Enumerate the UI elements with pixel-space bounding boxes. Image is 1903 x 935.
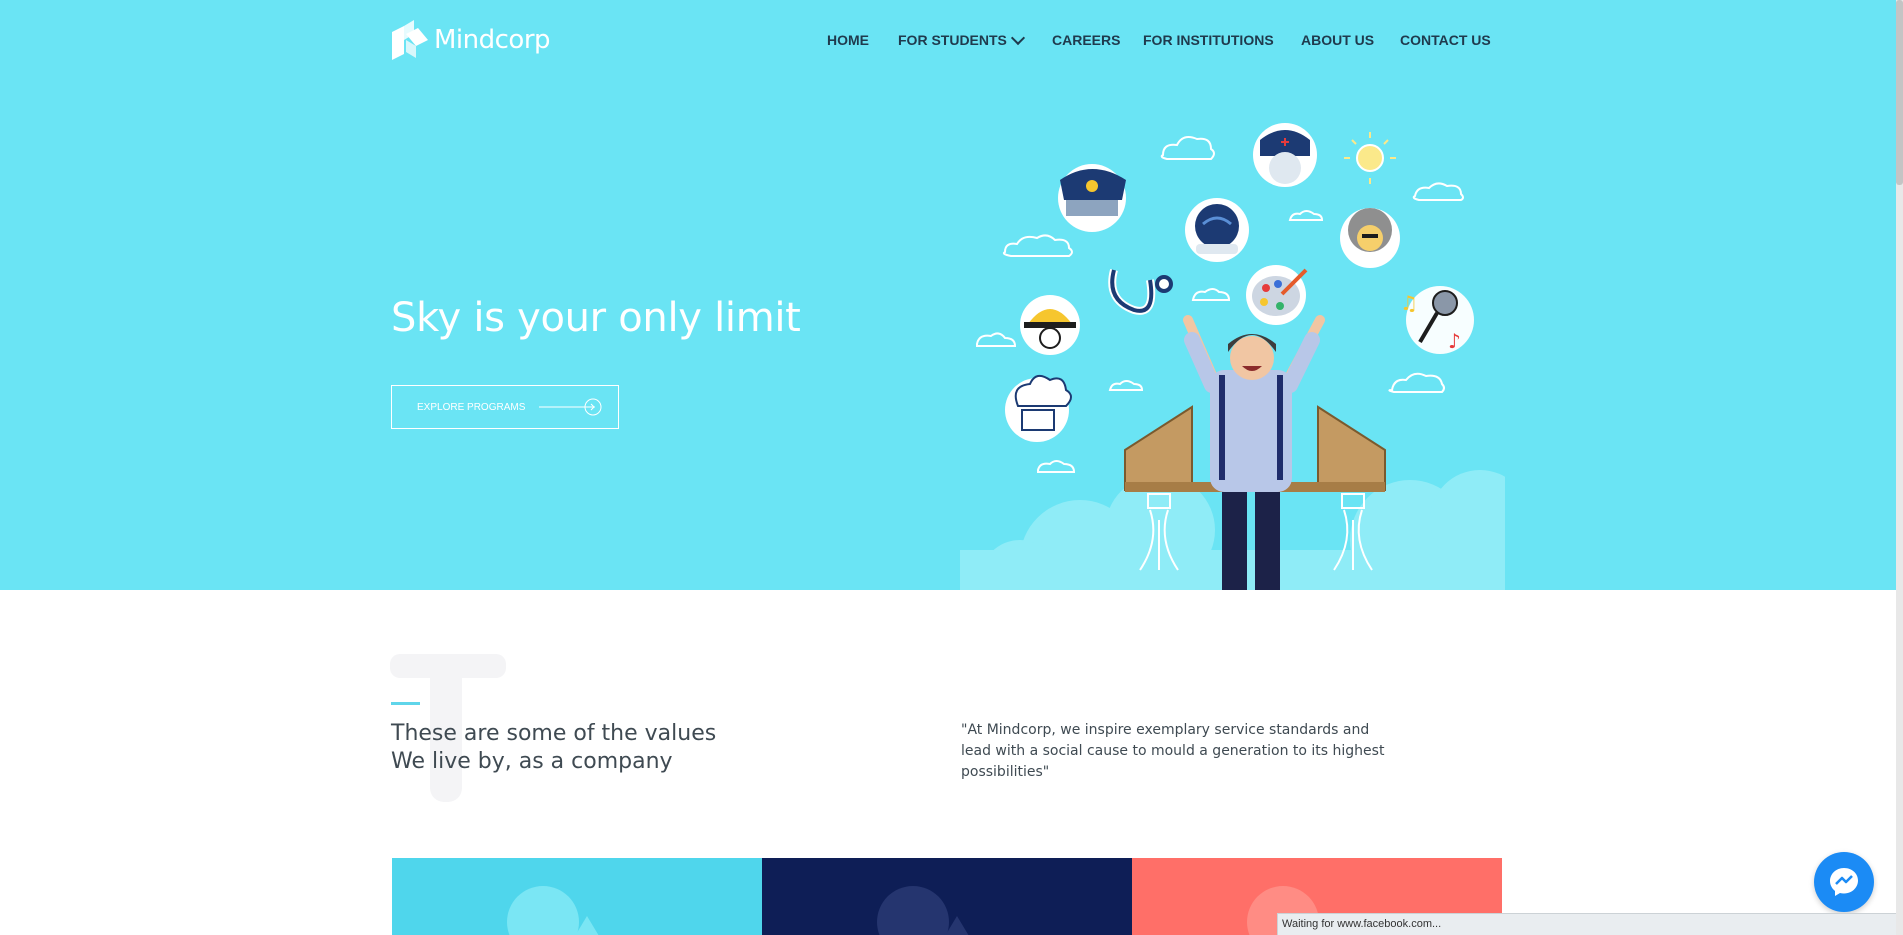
svg-text:♪: ♪ — [1448, 329, 1461, 353]
card-circle-shape — [877, 886, 949, 935]
nav-careers[interactable]: CAREERS — [1052, 32, 1120, 48]
scrollbar[interactable] — [1896, 0, 1903, 935]
page: Mindcorp HOME FOR STUDENTS CAREERS FOR I… — [0, 0, 1903, 935]
nav-about-us[interactable]: ABOUT US — [1301, 32, 1374, 48]
arrow-circle-icon — [539, 397, 603, 417]
value-card-1[interactable] — [392, 858, 762, 935]
scientist-icon — [1340, 208, 1400, 268]
card-circle-shape — [507, 886, 579, 935]
nav-for-students-label: FOR STUDENTS — [898, 32, 1007, 48]
nav-for-students[interactable]: FOR STUDENTS — [898, 30, 1025, 48]
svg-text:♫: ♫ — [1400, 291, 1418, 315]
microphone-icon: ♫ ♪ — [1400, 286, 1474, 354]
stethoscope-icon — [1108, 268, 1173, 315]
values-heading-line1: These are some of the values — [391, 721, 717, 746]
explore-programs-button[interactable]: EXPLORE PROGRAMS — [391, 385, 619, 429]
values-heading-line2: We live by, as a company — [391, 749, 673, 774]
messenger-chat-button[interactable] — [1814, 852, 1874, 912]
astronaut-icon — [1185, 198, 1249, 262]
nav-contact-us[interactable]: CONTACT US — [1400, 32, 1491, 48]
company-quote: "At Mindcorp, we inspire exemplary servi… — [961, 722, 1385, 780]
logo[interactable]: Mindcorp — [392, 18, 551, 62]
palette-icon — [1246, 265, 1308, 325]
nav-for-institutions[interactable]: FOR INSTITUTIONS — [1143, 32, 1274, 48]
hard-hat-icon — [1020, 295, 1080, 355]
hero-title: Sky is your only limit — [391, 295, 801, 341]
hero-section: Mindcorp HOME FOR STUDENTS CAREERS FOR I… — [0, 0, 1902, 590]
values-heading: These are some of the values We live by,… — [391, 720, 716, 776]
nurse-icon — [1253, 123, 1317, 187]
nav-home[interactable]: HOME — [827, 32, 869, 48]
chef-hat-icon — [1005, 374, 1072, 442]
accent-line — [391, 702, 420, 705]
value-card-2[interactable] — [762, 858, 1132, 935]
browser-status-bar: Waiting for www.facebook.com... — [1277, 913, 1896, 935]
sun-icon — [1344, 132, 1396, 184]
chevron-down-icon — [1010, 30, 1025, 45]
messenger-icon — [1830, 868, 1858, 896]
scroll-thumb[interactable] — [1896, 0, 1903, 185]
pilot-cap-icon — [1058, 164, 1126, 232]
hero-illustration: ♫ ♪ — [960, 123, 1505, 590]
card-triangle-shape — [572, 916, 602, 935]
brand-name: Mindcorp — [434, 25, 551, 55]
logo-icon — [392, 20, 428, 60]
explore-programs-label: EXPLORE PROGRAMS — [417, 401, 526, 413]
card-triangle-shape — [942, 916, 972, 935]
